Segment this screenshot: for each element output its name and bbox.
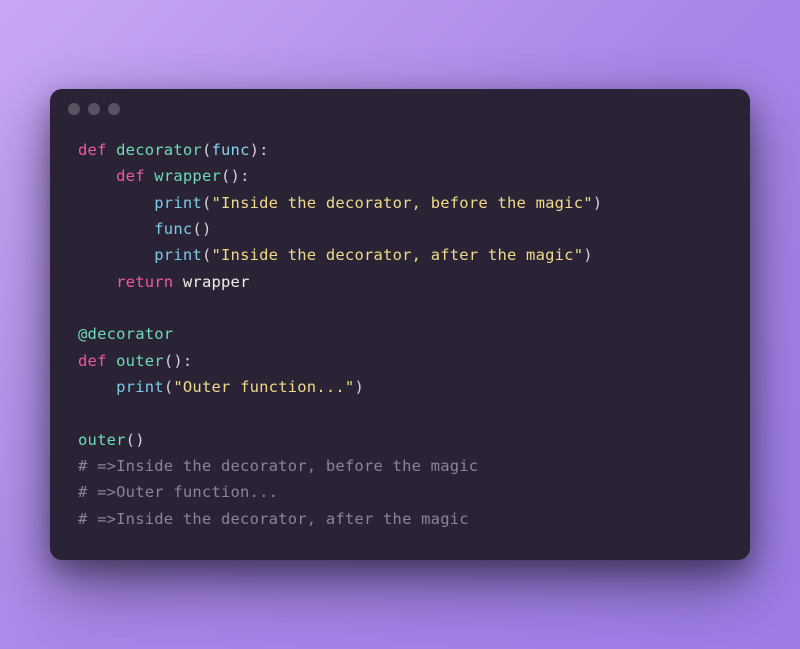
code-line: outer() xyxy=(78,431,145,449)
indent xyxy=(78,378,116,396)
builtin-print: print xyxy=(116,378,164,396)
indent xyxy=(78,246,154,264)
comment-output: # =>Inside the decorator, after the magi… xyxy=(78,510,469,528)
keyword-def: def xyxy=(116,167,145,185)
keyword-def: def xyxy=(78,352,107,370)
punct-paren: (): xyxy=(164,352,193,370)
punct-paren: ) xyxy=(593,194,603,212)
string-literal: "Inside the decorator, before the magic" xyxy=(211,194,592,212)
func-name: wrapper xyxy=(145,167,221,185)
punct-paren: () xyxy=(192,220,211,238)
code-line: def wrapper(): xyxy=(78,167,250,185)
code-line: def decorator(func): xyxy=(78,141,269,159)
code-line: # =>Outer function... xyxy=(78,483,278,501)
close-icon[interactable] xyxy=(68,103,80,115)
window-titlebar xyxy=(50,89,750,129)
code-line: @decorator xyxy=(78,325,173,343)
code-line: # =>Inside the decorator, after the magi… xyxy=(78,510,469,528)
string-literal: "Inside the decorator, after the magic" xyxy=(211,246,583,264)
punct-paren: ) xyxy=(583,246,593,264)
builtin-print: print xyxy=(154,194,202,212)
builtin-print: print xyxy=(154,246,202,264)
func-name: decorator xyxy=(107,141,202,159)
code-line: print("Outer function...") xyxy=(78,378,364,396)
func-name: outer xyxy=(107,352,164,370)
maximize-icon[interactable] xyxy=(108,103,120,115)
comment-output: # =>Outer function... xyxy=(78,483,278,501)
keyword-def: def xyxy=(78,141,107,159)
indent xyxy=(78,220,154,238)
string-literal: "Outer function..." xyxy=(173,378,354,396)
space xyxy=(173,273,183,291)
param-name: func xyxy=(211,141,249,159)
punct-paren: ) xyxy=(354,378,364,396)
comment-output: # =>Inside the decorator, before the mag… xyxy=(78,457,478,475)
punct-paren: ): xyxy=(250,141,269,159)
code-line: def outer(): xyxy=(78,352,192,370)
code-block: def decorator(func): def wrapper(): prin… xyxy=(50,129,750,560)
keyword-return: return xyxy=(116,273,173,291)
code-line: # =>Inside the decorator, before the mag… xyxy=(78,457,478,475)
func-call: func xyxy=(154,220,192,238)
indent xyxy=(78,273,116,291)
punct-paren: (): xyxy=(221,167,250,185)
identifier: wrapper xyxy=(183,273,250,291)
code-line: return wrapper xyxy=(78,273,250,291)
punct-paren: () xyxy=(126,431,145,449)
func-call: outer xyxy=(78,431,126,449)
code-line: print("Inside the decorator, before the … xyxy=(78,194,602,212)
code-window: def decorator(func): def wrapper(): prin… xyxy=(50,89,750,560)
code-line: print("Inside the decorator, after the m… xyxy=(78,246,593,264)
code-line: func() xyxy=(78,220,211,238)
indent xyxy=(78,167,116,185)
minimize-icon[interactable] xyxy=(88,103,100,115)
punct-paren: ( xyxy=(164,378,174,396)
decorator-annotation: @decorator xyxy=(78,325,173,343)
indent xyxy=(78,194,154,212)
